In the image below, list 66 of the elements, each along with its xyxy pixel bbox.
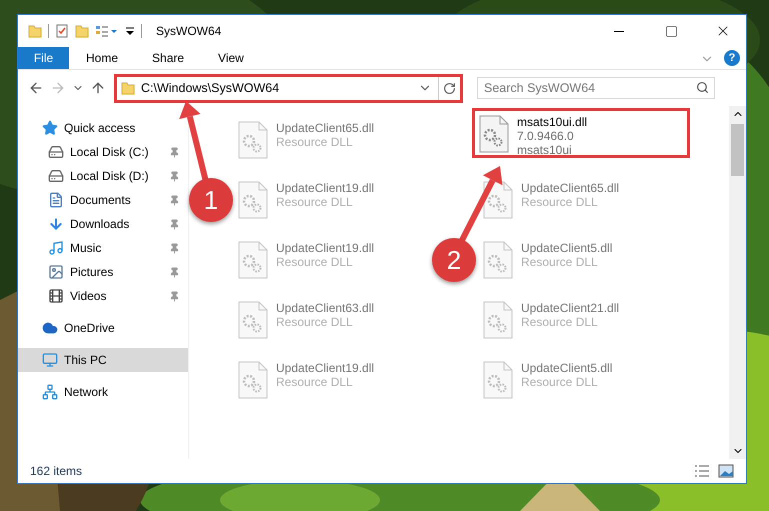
refresh-icon — [443, 82, 456, 94]
sidebar-item[interactable]: Network — [18, 380, 188, 404]
file-gear-icon — [483, 241, 513, 279]
sidebar-item[interactable]: OneDrive — [18, 316, 188, 340]
maximize-icon — [664, 24, 678, 38]
file-item[interactable]: UpdateClient65.dll Resource DLL — [476, 174, 626, 226]
monitor-icon — [42, 352, 58, 368]
properties-icon — [55, 24, 69, 38]
window-title: SysWOW64 — [156, 24, 222, 38]
scrollbar[interactable] — [729, 106, 746, 459]
network-icon — [42, 384, 58, 400]
view-dropdown-icon — [95, 24, 119, 38]
new-folder-icon — [75, 24, 89, 38]
file-item[interactable]: UpdateClient19.dll Resource DLL — [231, 354, 382, 406]
ribbon-tab[interactable]: View — [201, 47, 261, 69]
sidebar-item[interactable]: Local Disk (D:) — [18, 164, 188, 188]
file-item[interactable]: UpdateClient63.dll Resource DLL — [231, 294, 382, 346]
file-item[interactable]: UpdateClient5.dll Resource DLL — [476, 234, 620, 286]
ribbon-tab[interactable]: File — [18, 47, 69, 69]
file-item[interactable]: msats10ui.dll 7.0.9466.0 msats10ui — [472, 108, 690, 158]
star-icon — [42, 120, 58, 136]
item-count: 162 items — [30, 464, 82, 478]
address-path: C:\Windows\SysWOW64 — [141, 81, 280, 95]
details-view-icon[interactable] — [694, 464, 710, 478]
file-item[interactable]: UpdateClient5.dll Resource DLL — [476, 354, 620, 406]
sidebar-item[interactable]: Pictures — [18, 260, 188, 284]
drive-icon — [48, 168, 64, 184]
file-gear-icon — [483, 301, 513, 339]
minimize-icon — [614, 30, 624, 32]
document-icon — [48, 192, 64, 208]
file-gear-icon — [238, 241, 268, 279]
picture-icon — [48, 264, 64, 280]
sidebar-item[interactable]: Documents — [18, 188, 188, 212]
music-note-icon — [48, 240, 64, 256]
file-gear-icon — [479, 115, 509, 153]
sidebar-item[interactable]: Downloads — [18, 212, 188, 236]
file-gear-icon — [238, 121, 268, 159]
file-item[interactable]: UpdateClient65.dll Resource DLL — [231, 114, 382, 166]
large-icons-view-icon[interactable] — [718, 464, 734, 478]
download-icon — [48, 216, 64, 232]
ribbon-tab[interactable]: Home — [69, 47, 136, 69]
sidebar-item[interactable]: This PC — [18, 348, 188, 372]
search-icon — [696, 81, 709, 94]
file-item[interactable]: UpdateClient19.dll Resource DLL — [231, 174, 382, 226]
customize-menu-icon — [125, 25, 135, 37]
sidebar-item[interactable]: Music — [18, 236, 188, 260]
sidebar-item[interactable]: Videos — [18, 284, 188, 308]
sidebar-item[interactable]: Local Disk (C:) — [18, 140, 188, 164]
scroll-thumb[interactable] — [731, 124, 744, 176]
file-gear-icon — [483, 181, 513, 219]
search-field[interactable]: Search SysWOW64 — [477, 77, 715, 99]
file-gear-icon — [238, 361, 268, 399]
file-gear-icon — [238, 181, 268, 219]
address-bar[interactable]: C:\Windows\SysWOW64 — [114, 74, 463, 102]
file-gear-icon — [238, 301, 268, 339]
folder-icon — [121, 81, 135, 95]
file-gear-icon — [483, 361, 513, 399]
cloud-icon — [42, 320, 58, 336]
sidebar-item[interactable]: Quick access — [18, 116, 188, 140]
help-button[interactable]: ? — [724, 50, 740, 66]
folder-icon — [28, 24, 42, 38]
file-item[interactable]: UpdateClient19.dll Resource DLL — [231, 234, 382, 286]
film-icon — [48, 288, 64, 304]
ribbon-tab[interactable]: Share — [135, 47, 202, 69]
file-item[interactable]: UpdateClient21.dll Resource DLL — [476, 294, 626, 346]
drive-icon — [48, 144, 64, 160]
